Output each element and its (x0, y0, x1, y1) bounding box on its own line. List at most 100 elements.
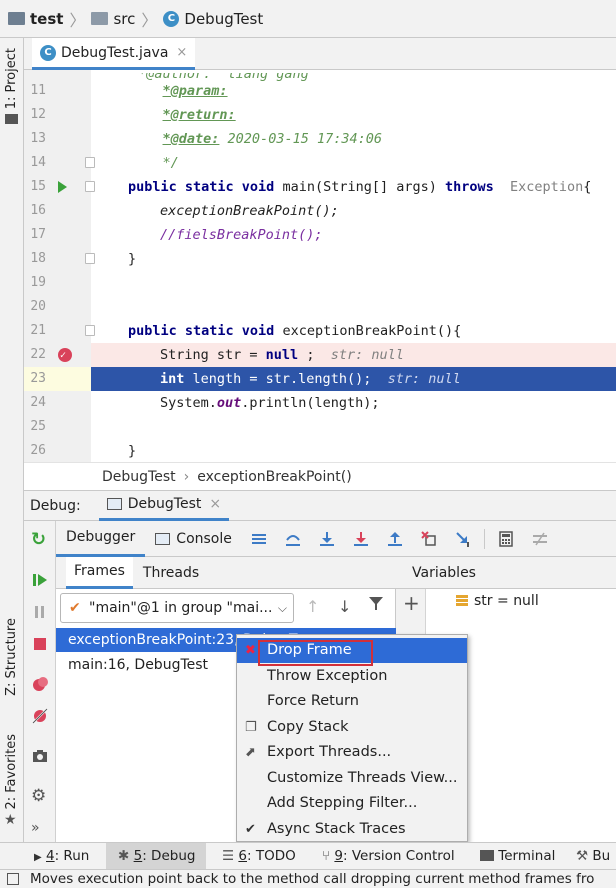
tab-debug-session[interactable]: DebugTest × (98, 491, 230, 521)
code-line: 21 public static void exceptionBreakPoin… (30, 323, 462, 339)
run-to-cursor-icon[interactable] (455, 531, 471, 547)
bug-icon: ✱ (118, 848, 130, 864)
debug-toolbar: Debugger Console (56, 521, 616, 557)
run-gutter-icon[interactable] (58, 181, 67, 193)
step-into-icon[interactable] (319, 531, 335, 547)
variable-row[interactable]: str = null (456, 593, 539, 609)
menu-item-customize-threads-view[interactable]: Customize Threads View... (237, 766, 467, 791)
code-line: 13 *@date: 2020-03-15 17:34:06 (30, 131, 382, 147)
structure-tool-button[interactable]: Z: Structure (4, 618, 19, 696)
settings-icon[interactable]: ⚙ (31, 787, 49, 805)
breakpoint-icon[interactable] (58, 344, 72, 368)
code-line: 25 (30, 419, 46, 434)
terminal-tool-button[interactable]: Terminal (480, 843, 555, 870)
field-icon (456, 595, 468, 606)
step-out-icon[interactable] (387, 531, 403, 547)
folder-icon (91, 12, 109, 25)
thread-selector[interactable]: ✔ "main"@1 in group "mai... ⌵ (60, 593, 294, 623)
close-icon[interactable]: × (209, 496, 221, 512)
pause-icon[interactable] (31, 603, 49, 621)
debug-tool-button[interactable]: ✱ 5: Debug (106, 843, 206, 870)
arrow-down-icon[interactable]: ↓ (338, 597, 351, 616)
fold-marker[interactable] (85, 253, 95, 264)
status-bar: Moves execution point back to the method… (0, 869, 616, 888)
class-icon: C (40, 44, 56, 61)
frames-threads-tabs: Frames Threads (56, 556, 396, 589)
stop-icon[interactable] (31, 635, 49, 653)
code-line: 12 *@return: (30, 107, 236, 123)
filter-icon[interactable] (368, 595, 384, 615)
code-line: 15 public static void main(String[] args… (30, 179, 592, 195)
more-icon[interactable]: » (31, 819, 49, 837)
add-watch-icon[interactable]: + (403, 593, 420, 613)
tab-threads[interactable]: Threads (135, 557, 207, 589)
menu-item-async-stack-traces[interactable]: ✔ Async Stack Traces (237, 817, 467, 842)
fold-marker[interactable] (85, 181, 95, 192)
left-tool-strip: 1: Project Z: Structure 2: Favorites ★ (0, 38, 24, 842)
step-over-icon[interactable] (285, 531, 301, 547)
resume-icon[interactable] (31, 571, 49, 589)
rerun-icon[interactable]: ↻ (31, 531, 49, 549)
folder-icon (5, 114, 18, 124)
check-icon: ✔ (69, 600, 81, 616)
crumb-class[interactable]: C DebugTest (163, 10, 263, 28)
menu-item-copy-stack[interactable]: ❐ Copy Stack (237, 715, 467, 740)
play-icon: ▶ (34, 852, 42, 863)
favorites-tool-button[interactable]: 2: Favorites (4, 734, 19, 810)
crumb-src[interactable]: src (91, 10, 135, 28)
version-control-tool-button[interactable]: ⑂ 9: Version Control (322, 843, 455, 870)
trace-current-stream-icon[interactable] (532, 531, 548, 547)
arrow-up-icon[interactable]: ↑ (306, 597, 319, 616)
code-line-breakpoint: 22 String str = null ; str: null (24, 343, 616, 368)
camera-icon[interactable] (31, 747, 49, 765)
copy-icon: ❐ (245, 720, 257, 735)
run-tool-button[interactable]: ▶ 4: Run (34, 843, 89, 870)
toolbar-divider (483, 528, 485, 549)
check-icon: ✔ (245, 822, 256, 837)
tab-console[interactable]: Console (145, 521, 242, 557)
tab-frames[interactable]: Frames (66, 556, 133, 589)
code-editor[interactable]: *@author: liang gang 11 *@param: 12 *@re… (24, 70, 616, 462)
crumb-separator: 〉 (69, 10, 86, 30)
code-line-execution-point: 23 int length = str.length(); str: null (24, 367, 616, 391)
star-icon: ★ (4, 812, 17, 828)
menu-item-export-threads[interactable]: ⬈ Export Threads... (237, 740, 467, 765)
hammer-icon: ⚒ (576, 848, 589, 864)
menu-item-add-stepping-filter[interactable]: Add Stepping Filter... (237, 791, 467, 816)
terminal-icon (480, 850, 494, 861)
force-step-into-icon[interactable] (353, 531, 369, 547)
code-line: 18 } (30, 251, 137, 267)
class-icon: C (163, 10, 180, 27)
bottom-tool-bar: ▶ 4: Run ✱ 5: Debug ☰ 6: TODO ⑂ 9: Versi… (0, 842, 616, 870)
show-execution-point-icon[interactable] (251, 531, 267, 547)
project-tool-button[interactable]: 1: Project (4, 48, 19, 109)
tab-debugtest-java[interactable]: C DebugTest.java × (32, 38, 196, 70)
fold-marker[interactable] (85, 157, 95, 168)
view-breakpoints-icon[interactable] (31, 675, 49, 693)
breadcrumb-method[interactable]: exceptionBreakPoint() (197, 469, 351, 485)
close-icon[interactable]: × (176, 45, 187, 60)
evaluate-expression-icon[interactable] (498, 530, 514, 547)
breadcrumb-class[interactable]: DebugTest (102, 469, 176, 485)
navigation-bar: test 〉 src 〉 C DebugTest (0, 0, 616, 38)
debug-actions-strip: ↻ ⚙ » (24, 521, 56, 842)
console-icon (155, 532, 171, 545)
crumb-project[interactable]: test (8, 10, 63, 28)
variables-header: Variables (396, 557, 616, 589)
drop-frame-icon[interactable] (421, 530, 437, 547)
menu-item-throw-exception[interactable]: Throw Exception (237, 664, 467, 689)
tab-debugger[interactable]: Debugger (56, 521, 146, 557)
todo-tool-button[interactable]: ☰ 6: TODO (222, 843, 296, 870)
editor-breadcrumb: DebugTest › exceptionBreakPoint() (24, 462, 616, 491)
build-tool-button[interactable]: ⚒ Bu (576, 843, 610, 870)
branch-icon: ⑂ (322, 848, 331, 864)
menu-item-force-return[interactable]: Force Return (237, 689, 467, 714)
mute-breakpoints-icon[interactable] (31, 707, 49, 725)
fold-marker[interactable] (85, 325, 95, 336)
code-line: 26 } (30, 443, 137, 459)
folder-icon (8, 12, 25, 25)
toggle-tool-windows-icon[interactable] (7, 873, 19, 885)
console-icon (106, 498, 122, 510)
code-line: 14 */ (30, 155, 179, 171)
code-line: 24 System.out.println(length); (30, 395, 380, 411)
